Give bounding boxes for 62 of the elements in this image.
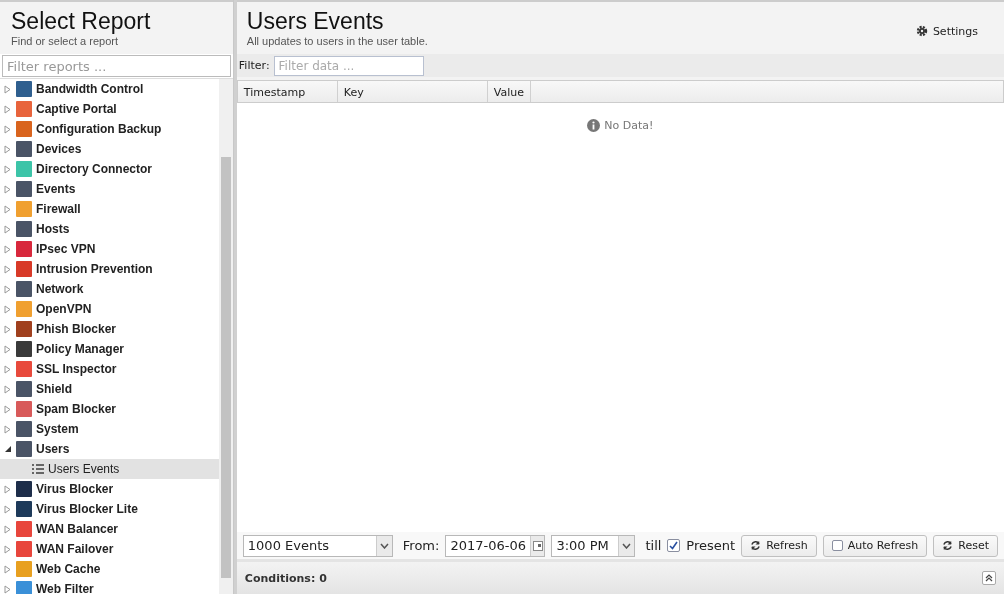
conditions-label: Conditions: 0 [244, 571, 327, 585]
report-title: Users Events [246, 8, 385, 34]
present-label: Present [686, 538, 736, 553]
expanded-arrow-icon[interactable] [4, 444, 12, 454]
tree-item[interactable]: Users [0, 439, 219, 459]
tree-item[interactable]: Directory Connector [0, 159, 219, 179]
refresh-icon [942, 540, 954, 551]
column-header[interactable]: Value [487, 81, 532, 102]
tree-item[interactable]: Web Filter [0, 579, 219, 594]
present-checkbox[interactable] [667, 539, 681, 552]
tree-item[interactable]: IPsec VPN [0, 239, 219, 259]
tree-item[interactable]: WAN Balancer [0, 519, 219, 539]
scrollbar[interactable] [218, 79, 233, 594]
tree-item[interactable]: Shield [0, 379, 219, 399]
tree-item[interactable]: WAN Failover [0, 539, 219, 559]
dropdown-caret-icon [622, 542, 632, 549]
check-icon [669, 541, 679, 550]
collapse-button[interactable] [982, 571, 996, 585]
tree-item[interactable]: OpenVPN [0, 299, 219, 319]
tree-item[interactable]: Virus Blocker Lite [0, 499, 219, 519]
auto-refresh-toggle[interactable]: Auto Refresh [822, 534, 928, 557]
tree-item[interactable]: Captive Portal [0, 99, 219, 119]
refresh-icon [750, 540, 762, 551]
tree-item[interactable]: Configuration Backup [0, 119, 219, 139]
tree-item[interactable]: Phish Blocker [0, 319, 219, 339]
tree-item[interactable]: Events [0, 179, 219, 199]
tree-item[interactable]: Intrusion Prevention [0, 259, 219, 279]
tree-item[interactable]: Policy Manager [0, 339, 219, 359]
toolbar-button[interactable]: Reset [933, 534, 998, 557]
column-header[interactable]: Timestamp [237, 81, 338, 102]
tree-item[interactable]: Hosts [0, 219, 219, 239]
settings-icon [915, 25, 928, 37]
tree-item[interactable]: Spam Blocker [0, 399, 219, 419]
calendar-icon [532, 540, 543, 551]
tree-item[interactable]: System [0, 419, 219, 439]
tree-item[interactable]: Virus Blocker [0, 479, 219, 499]
settings-button[interactable]: Settings [909, 20, 984, 42]
double-caret-up-icon [985, 574, 993, 582]
tree-item[interactable]: Devices [0, 139, 219, 159]
till-label: till [645, 538, 662, 553]
info-icon [587, 118, 601, 132]
report-subtitle: All updates to users in the user table. [246, 35, 428, 47]
filter-label: Filter: [238, 59, 270, 72]
tree-item[interactable]: Web Cache [0, 559, 219, 579]
no-data-message: No Data! [604, 118, 654, 132]
list-icon [32, 464, 44, 474]
tree-item[interactable]: SSL Inspector [0, 359, 219, 379]
time-dropdown[interactable]: 3:00 PM [551, 534, 636, 557]
tree-item[interactable]: Firewall [0, 199, 219, 219]
from-label: From: [402, 538, 440, 553]
tree-item[interactable]: Users Events [0, 459, 219, 479]
filter-data-field[interactable]: Filter data ... [273, 55, 424, 76]
toolbar-button[interactable]: Refresh [741, 534, 817, 557]
dropdown-caret-icon [379, 542, 389, 549]
tree-item[interactable]: Bandwidth Control [0, 79, 219, 99]
event-limit-dropdown[interactable]: 1000 Events [242, 534, 393, 557]
sidebar-subtitle: Find or select a report [11, 35, 119, 47]
filter-reports-field[interactable]: Filter reports ... [2, 55, 231, 77]
tree-item[interactable]: Network [0, 279, 219, 299]
date-field[interactable]: 2017-06-06 [445, 534, 546, 557]
sidebar-title: Select Report [11, 8, 152, 34]
column-header[interactable]: Key [337, 81, 488, 102]
